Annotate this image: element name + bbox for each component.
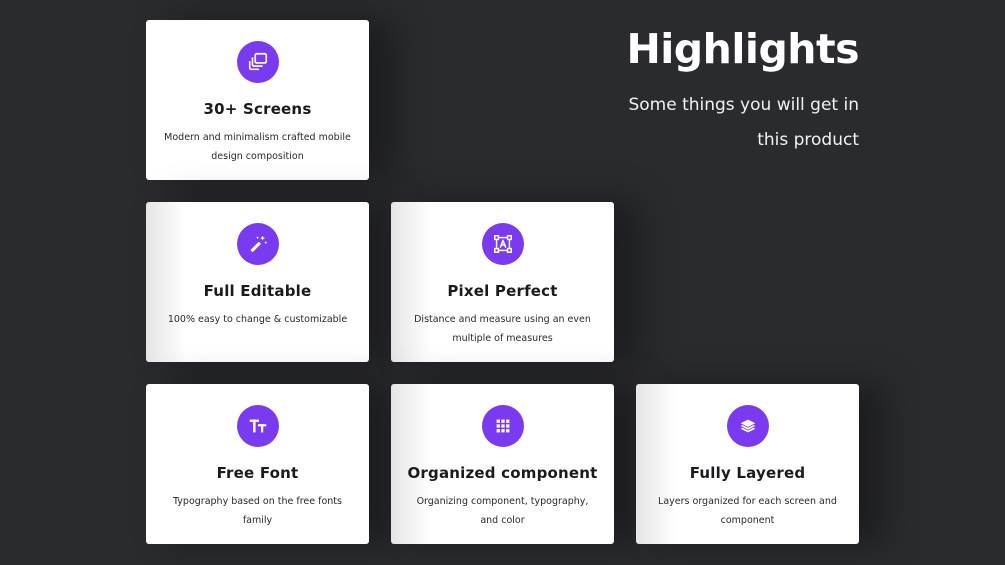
card-description: Typography based on the free fonts famil… [172,496,342,526]
card-description: Organizing component, typography, and co… [416,496,589,526]
feature-card-organized-component: Organized component Organizing component… [391,384,614,544]
highlights-section: Highlights Some things you will get in t… [0,0,1005,565]
font-icon [236,405,279,447]
screens-icon [236,41,279,83]
feature-card-pixel-perfect: Pixel Perfect Distance and measure using… [391,202,614,362]
feature-card-free-font: Free Font Typography based on the free f… [146,384,369,544]
card-description: Modern and minimalism crafted mobile des… [164,132,351,162]
card-title: Organized component [407,464,598,482]
card-description: Distance and measure using an even multi… [414,314,591,344]
card-description: Layers organized for each screen and com… [658,496,837,526]
highlights-header: Highlights Some things you will get in t… [619,22,859,158]
pixel-frame-icon [481,223,524,265]
card-title: 30+ Screens [203,100,312,118]
card-title: Fully Layered [689,464,806,482]
layers-icon [726,405,769,447]
feature-card-editable: Full Editable 100% easy to change & cust… [146,202,369,362]
feature-card-fully-layered: Fully Layered Layers organized for each … [636,384,859,544]
card-title: Free Font [216,464,299,482]
card-title: Pixel Perfect [447,282,558,300]
feature-card-screens: 30+ Screens Modern and minimalism crafte… [146,20,369,180]
page-subtitle: Some things you will get in this product [628,95,859,150]
card-title: Full Editable [203,282,312,300]
card-description: 100% easy to change & customizable [167,314,348,325]
page-title: Highlights [626,25,859,73]
grid-icon [481,405,524,447]
magic-wand-icon [236,223,279,265]
